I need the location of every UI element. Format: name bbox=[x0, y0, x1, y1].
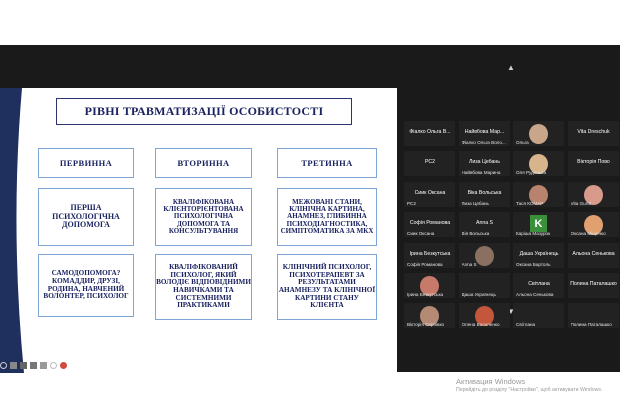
participant-display-name: Віка Вольська bbox=[467, 189, 502, 196]
shared-slide: РІВНІ ТРАВМАТИЗАЦІЇ ОСОБИСТОСТІ ПЕРВИННА… bbox=[0, 88, 397, 373]
participant-display-name: Лиза Цебань bbox=[469, 159, 500, 166]
participant-tile[interactable]: Вікторія Пово bbox=[567, 151, 619, 177]
participant-tile[interactable]: Тася КОМАР bbox=[513, 181, 564, 207]
primary-provider-cell: САМОДОПОМОГА? КОМАДДИР, ДРУЗІ, РОДИНА, Н… bbox=[38, 254, 134, 317]
participant-tile[interactable]: K Каріша Мазурок bbox=[513, 212, 564, 238]
participant-display-name: Фіалко Ольга В... bbox=[409, 129, 451, 135]
tertiary-help-cell: МЕЖОВАНІ СТАНИ, КЛІНІЧНА КАРТИНА, АНАМНЕ… bbox=[277, 188, 377, 246]
participant-tile[interactable]: Ірина Безкутська bbox=[404, 273, 455, 298]
level-primary-header: ПЕРВИННА bbox=[38, 148, 134, 178]
highlighter-icon[interactable] bbox=[20, 361, 27, 369]
participant-name-label: Ольга bbox=[516, 140, 529, 145]
participant-name-label: Олена Василенко bbox=[461, 322, 500, 328]
participant-tile[interactable]: Даша Українець Оксана Бартоль bbox=[513, 242, 564, 268]
record-icon[interactable] bbox=[60, 361, 67, 369]
participant-display-name: Ірина Безкутська bbox=[409, 250, 451, 257]
participant-display-name: Vita Dreschuk bbox=[577, 129, 610, 135]
participant-tile[interactable]: Vita Dreschuk bbox=[567, 121, 619, 146]
participant-tile[interactable]: Vita Gurol bbox=[567, 181, 619, 207]
participant-display-name: Полина Паталашко bbox=[570, 281, 617, 287]
secondary-help-cell: КВАЛІФІКОВАНА КЛІЄНТОРІЄНТОВАНА ПСИХОЛОГ… bbox=[155, 188, 252, 246]
participant-display-name: Світлана bbox=[528, 281, 550, 287]
pointer-icon[interactable] bbox=[0, 361, 7, 369]
participant-tile[interactable]: Оля Руденька bbox=[513, 151, 564, 177]
slide-decoration bbox=[0, 88, 24, 373]
annotation-toolbar bbox=[0, 360, 67, 370]
participant-tile[interactable]: Полина Паталашко bbox=[567, 273, 619, 298]
participant-name-label: Софія Романова bbox=[407, 261, 443, 267]
participant-tile[interactable]: Сиик Оксана РС2 bbox=[404, 181, 455, 207]
participant-tile[interactable]: Anna S Вія Вольська bbox=[458, 212, 510, 238]
participant-tile[interactable]: Оксана Міщенко bbox=[567, 212, 619, 238]
participant-display-name: РС2 bbox=[424, 159, 436, 166]
participant-name-label: Найвбова Марина bbox=[461, 170, 501, 176]
participant-name-label: Даша Українець bbox=[461, 292, 496, 297]
participant-tile[interactable]: Ірина Безкутська Софія Романова bbox=[404, 242, 455, 268]
participant-tile[interactable]: Софія Романова Сиик Оксана bbox=[404, 212, 455, 238]
zoom-icon[interactable] bbox=[50, 361, 57, 369]
participant-name-label: Полина Паталашко bbox=[570, 322, 612, 328]
participant-display-name: Найвбова Мар... bbox=[464, 129, 505, 135]
level-secondary-header: ВТОРИННА bbox=[155, 148, 252, 178]
participant-name-label: Фіалко Ольга Воло... bbox=[461, 140, 506, 145]
participant-name-label: Альона Сенькова bbox=[516, 292, 554, 297]
participant-tile[interactable]: Даша Українець bbox=[458, 273, 510, 298]
participant-name-label: Ірина Безкутська bbox=[407, 292, 444, 297]
participant-display-name: Сиик Оксана bbox=[414, 189, 446, 196]
participant-tile[interactable]: Ольга bbox=[513, 121, 564, 146]
participant-tile[interactable]: Фіалко Ольга В... bbox=[404, 121, 455, 146]
participant-name-label: Вікторія Серпівко bbox=[407, 322, 445, 328]
slide-title-box: РІВНІ ТРАВМАТИЗАЦІЇ ОСОБИСТОСТІ bbox=[56, 98, 352, 125]
participant-tile[interactable]: Альона Сенькова bbox=[567, 242, 619, 268]
participant-tile[interactable]: Лиза Цебань Найвбова Марина bbox=[458, 151, 510, 177]
participant-display-name: Даша Українець bbox=[519, 250, 559, 257]
participant-name-label: Vita Gurol bbox=[570, 200, 591, 206]
participant-name-label: Тася КОМАР bbox=[516, 200, 544, 206]
participant-name-label: Каріша Мазурок bbox=[516, 231, 551, 237]
participant-tile[interactable]: Вікторія Серпівко bbox=[404, 303, 455, 329]
participant-name-label: Оксана Міщенко bbox=[570, 231, 606, 237]
participant-display-name: Альона Сенькова bbox=[572, 250, 615, 257]
participant-name-label: Світлана bbox=[516, 322, 536, 328]
text-icon[interactable] bbox=[30, 361, 37, 369]
participant-name-label: Вія Вольська bbox=[461, 231, 490, 237]
participant-name-label: Оля Руденька bbox=[516, 170, 547, 176]
participant-name-label: Лиза Цебань bbox=[461, 200, 489, 206]
avatar: K bbox=[530, 215, 547, 233]
participant-name-label: Anna S bbox=[461, 261, 477, 267]
participant-display-name: Софія Романова bbox=[409, 220, 451, 227]
participant-tile[interactable]: Полина Паталашко bbox=[567, 303, 619, 329]
secondary-provider-cell: КВАЛІФІКОВАНИЙ ПСИХОЛОГ, ЯКИЙ ВОЛОДІЄ ВІ… bbox=[155, 254, 252, 320]
participant-tile[interactable]: Світлана Альона Сенькова bbox=[513, 273, 564, 298]
participant-tile[interactable]: Олена Василенко bbox=[458, 303, 510, 329]
participant-gallery: Фіалко Ольга В... Найвбова Мар... Фіалко О… bbox=[404, 121, 620, 361]
participant-name-label: Сиик Оксана bbox=[407, 231, 435, 237]
tertiary-provider-cell: КЛІНІЧНИЙ ПСИХОЛОГ, ПСИХОТЕРАПЕВТ ЗА РЕЗ… bbox=[277, 254, 377, 320]
pen-icon[interactable] bbox=[10, 361, 17, 369]
participant-tile[interactable]: Найвбова Мар... Фіалко Ольга Воло... bbox=[458, 121, 510, 146]
level-tertiary-header: ТРЕТИННА bbox=[277, 148, 377, 178]
zoom-window: РІВНІ ТРАВМАТИЗАЦІЇ ОСОБИСТОСТІ ПЕРВИННА… bbox=[0, 45, 620, 393]
gallery-up-chevron-icon[interactable]: ▲ bbox=[505, 64, 517, 72]
participant-tile[interactable]: Віка Вольська Лиза Цебань bbox=[458, 181, 510, 207]
participant-tile[interactable]: РС2 bbox=[404, 151, 455, 177]
participant-name-label: Оксана Бартоль bbox=[516, 261, 551, 267]
slide-title: РІВНІ ТРАВМАТИЗАЦІЇ ОСОБИСТОСТІ bbox=[84, 104, 324, 118]
participant-tile[interactable]: Світлана bbox=[513, 303, 564, 329]
primary-help-cell: ПЕРША ПСИХОЛОГІЧНА ДОПОМОГА bbox=[38, 188, 134, 246]
windows-activation-watermark: Активация Windows Перейдіть до розділу "… bbox=[456, 377, 603, 393]
eraser-icon[interactable] bbox=[40, 361, 47, 369]
participant-tile[interactable]: Anna S bbox=[458, 242, 510, 268]
participant-name-label: РС2 bbox=[407, 200, 416, 206]
participant-display-name: Вікторія Пово bbox=[577, 159, 610, 166]
participant-display-name: Anna S bbox=[475, 220, 494, 227]
